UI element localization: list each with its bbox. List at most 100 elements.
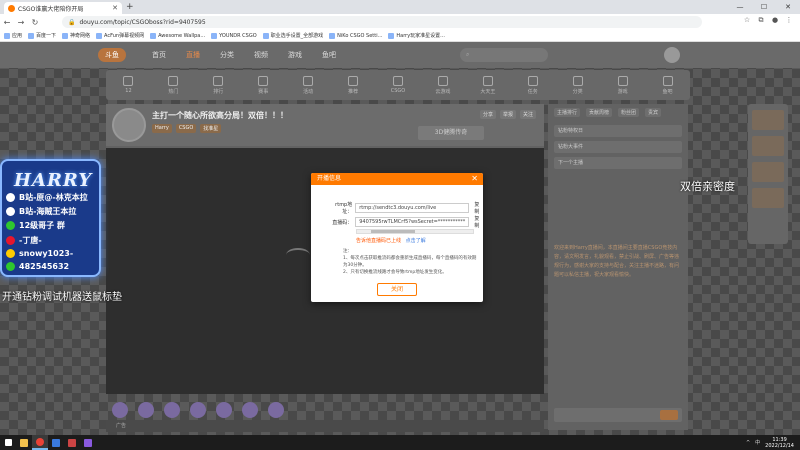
bookmark-item[interactable]: NiKo CSGO Setti... (329, 32, 382, 39)
bookmark-item[interactable]: Awesome Wallpa... (150, 32, 205, 39)
nav-link-0[interactable]: 首页 (152, 50, 166, 60)
gift-icon[interactable] (138, 402, 154, 418)
new-tab-icon[interactable]: + (126, 2, 134, 12)
back-icon[interactable]: ← (0, 18, 14, 27)
send-button[interactable] (660, 410, 678, 420)
learn-more-link[interactable]: 点击了解 (406, 238, 426, 244)
nav-link-3[interactable]: 视频 (254, 50, 268, 60)
douyu-search-input[interactable]: ⌕ (460, 48, 548, 62)
minimize-icon[interactable]: — (728, 0, 752, 14)
app-icon[interactable] (80, 435, 96, 450)
sponsor-banner[interactable]: 3D健腾传奇 (418, 126, 484, 140)
gift-icon[interactable] (268, 402, 284, 418)
reload-icon[interactable]: ↻ (28, 18, 42, 27)
bookmark-favicon-icon (28, 32, 35, 39)
side-tab[interactable]: 贵宾 (645, 108, 662, 117)
category-label: 赛事 (258, 88, 269, 95)
douyu-top-nav: 斗鱼 首页 直播 分类 视频 游戏 鱼吧 ⌕ (0, 42, 800, 68)
profile-icon[interactable]: ● (770, 16, 780, 25)
rtmp-copy-button[interactable]: 复制 (474, 201, 484, 215)
bookmark-item[interactable]: YOUNDR CSGO (211, 32, 257, 39)
gift-icon[interactable] (190, 402, 206, 418)
bookmark-star-icon[interactable]: ☆ (742, 16, 752, 25)
dialog-close-button[interactable]: 关闭 (377, 283, 417, 296)
clock[interactable]: 11:39 2022/12/14 (765, 437, 794, 449)
window-close-icon[interactable]: ✕ (776, 0, 800, 14)
category-item[interactable]: 热门 (151, 75, 196, 95)
category-item[interactable]: 分类 (555, 75, 600, 95)
file-explorer-icon[interactable] (16, 435, 32, 450)
category-item[interactable]: 赛事 (241, 75, 286, 95)
bookmark-item[interactable]: 神奇网络 (62, 32, 90, 39)
bookmark-item[interactable]: AcFun弹幕视频网 (96, 32, 144, 39)
room-header-button[interactable]: 举报 (499, 110, 516, 119)
category-item[interactable]: 游戏 (600, 75, 645, 95)
category-item[interactable]: 大天王 (465, 75, 510, 95)
tray-expand-icon[interactable]: ^ (746, 440, 750, 446)
side-row-item[interactable]: 下一个主播 (554, 157, 682, 169)
room-tag[interactable]: Harry (152, 124, 172, 133)
gift-icon[interactable] (112, 402, 128, 418)
category-item[interactable]: 活动 (286, 75, 331, 95)
chat-input[interactable] (554, 408, 682, 422)
ime-indicator[interactable]: 中 (755, 439, 760, 446)
side-row-item[interactable]: 钻粉大事件 (554, 141, 682, 153)
menu-icon[interactable]: ⋮ (784, 16, 794, 25)
bookmark-label: 应用 (12, 33, 23, 39)
chrome-taskbar-icon[interactable] (32, 435, 48, 450)
side-tab[interactable]: 贡献周榜 (586, 108, 613, 117)
stream-code-scrollbar[interactable] (356, 229, 474, 234)
room-tag[interactable]: CSGO (175, 124, 197, 133)
category-icon (572, 75, 583, 86)
rail-item[interactable] (752, 136, 784, 156)
category-item[interactable]: 任务 (510, 75, 555, 95)
nav-link-5[interactable]: 鱼吧 (322, 50, 336, 60)
dialog-close-icon[interactable]: ✕ (471, 173, 478, 185)
bookmark-item[interactable]: 职业选手设置_全部游戏 (262, 32, 323, 39)
nav-link-1[interactable]: 直播 (186, 50, 200, 60)
streamer-avatar[interactable] (112, 108, 146, 142)
note-line: 2、只有切换推流线路才会导致rtmp地址发生变化。 (343, 270, 447, 275)
forward-icon[interactable]: → (14, 18, 28, 27)
extensions-icon[interactable]: ⧉ (756, 16, 766, 25)
bookmark-item[interactable]: Harry玩家准星设置... (388, 32, 445, 39)
maximize-icon[interactable]: ☐ (752, 0, 776, 14)
category-icon (617, 75, 628, 86)
stream-code-row: 直播码： 9407595rwTLMCrf5?wsSecret=*********… (331, 215, 484, 229)
category-item[interactable]: 推荐 (331, 75, 376, 95)
bookmark-item[interactable]: 百度一下 (28, 32, 56, 39)
rail-item[interactable] (752, 162, 784, 182)
stream-code-copy-button[interactable]: 复制 (474, 215, 484, 229)
browser-tab[interactable]: CSGO谁赢大佬陪你开局 ✕ (4, 2, 122, 14)
bookmark-item[interactable]: 应用 (4, 32, 22, 39)
side-row-item[interactable]: 钻粉特权日 (554, 125, 682, 137)
harry-line: snowy1023- (6, 249, 73, 258)
category-item[interactable]: CSGO (376, 76, 421, 94)
category-item[interactable]: 12 (106, 76, 151, 94)
nav-link-2[interactable]: 分类 (220, 50, 234, 60)
room-tag[interactable]: 找准星 (200, 124, 222, 133)
rtmp-input[interactable]: rtmp://sendtc3.douyu.com/live (355, 203, 470, 213)
category-item[interactable]: 云游戏 (420, 75, 465, 95)
gift-icon[interactable] (242, 402, 258, 418)
tab-close-icon[interactable]: ✕ (112, 4, 118, 12)
side-tab[interactable]: 主播排行 (554, 108, 581, 117)
category-item[interactable]: 排行 (196, 75, 241, 95)
app-icon[interactable] (48, 435, 64, 450)
rail-item[interactable] (752, 188, 784, 208)
gift-icon[interactable] (216, 402, 232, 418)
address-bar[interactable]: 🔒 douyu.com/topic/CSGOboss?rid=9407595 (62, 16, 702, 28)
user-avatar[interactable] (664, 47, 680, 63)
gift-icon[interactable] (164, 402, 180, 418)
rail-item[interactable] (752, 110, 784, 130)
start-button[interactable] (0, 435, 16, 450)
side-tab[interactable]: 粉丝团 (618, 108, 640, 117)
category-item[interactable]: 鱼吧 (645, 75, 690, 95)
nav-link-4[interactable]: 游戏 (288, 50, 302, 60)
douyu-logo[interactable]: 斗鱼 (98, 48, 126, 62)
room-header-button[interactable]: 关注 (519, 110, 536, 119)
stream-code-input[interactable]: 9407595rwTLMCrf5?wsSecret=*********** (355, 217, 470, 227)
side-tabs: 主播排行 贡献周榜 粉丝团 贵宾 (548, 104, 688, 121)
app-icon[interactable] (64, 435, 80, 450)
room-header-button[interactable]: 分享 (479, 110, 496, 119)
